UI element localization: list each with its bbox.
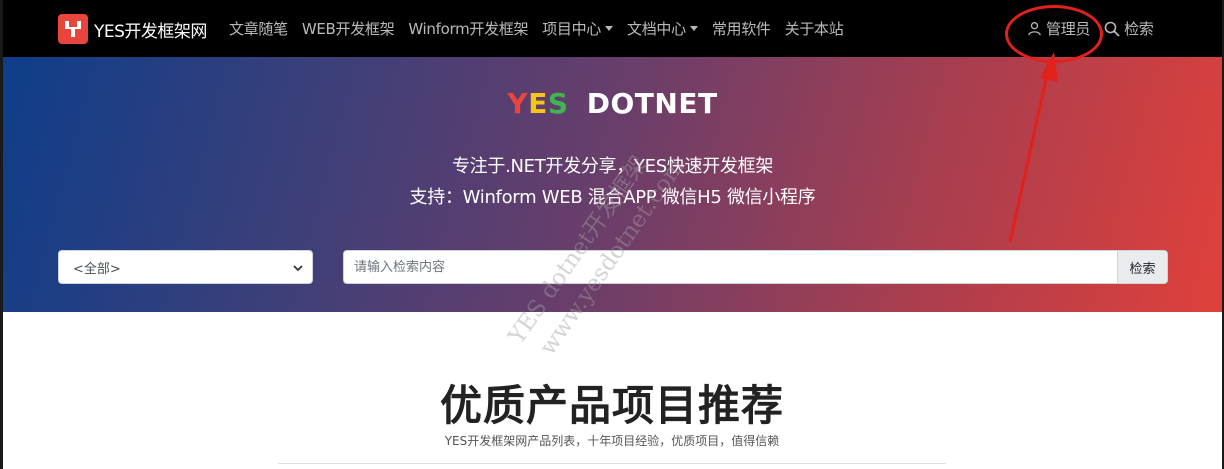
hero-title-y: Y (507, 87, 529, 120)
nav-link-label: 常用软件 (711, 20, 771, 38)
brand-name: YES开发框架网 (94, 21, 207, 42)
search-icon (1104, 21, 1120, 37)
nav-link-projects-dropdown[interactable]: 项目中心 (542, 18, 613, 39)
caret-down-icon (605, 26, 613, 31)
brand-logo-icon (58, 14, 88, 44)
category-select[interactable]: <全部> (58, 250, 313, 284)
nav-search-link[interactable]: 检索 (1104, 18, 1154, 39)
search-input[interactable] (344, 251, 1117, 283)
chevron-down-icon (293, 265, 303, 272)
nav-link-label: 文档中心 (627, 20, 686, 38)
section-title: 优质产品项目推荐 (439, 381, 784, 430)
nav-links: 文章随笔 WEB开发框架 Winform开发框架 项目中心 文档中心 常用软件 … (229, 0, 857, 57)
nav-link-label: WEB开发框架 (301, 20, 395, 38)
nav-link-label: Winform开发框架 (408, 20, 529, 38)
hero-subtitle-2: 支持：Winform WEB 混合APP 微信H5 微信小程序 (409, 187, 816, 208)
search-button[interactable]: 检索 (1117, 251, 1167, 283)
search-label: 检索 (1124, 20, 1154, 38)
brand-link[interactable]: YES开发框架网 (58, 14, 207, 44)
annotation-oval (1005, 5, 1103, 63)
nav-link-winform-framework[interactable]: Winform开发框架 (408, 18, 528, 39)
search-group: 检索 (343, 250, 1168, 284)
nav-link-label: 关于本站 (784, 20, 844, 38)
hero-subtitle-1: 专注于.NET开发分享，YES快速开发框架 (451, 156, 774, 177)
caret-down-icon (689, 26, 698, 31)
nav-link-label: 文章随笔 (229, 20, 288, 38)
hero-banner: YES DOTNET 专注于.NET开发分享，YES快速开发框架 支持：Winf… (3, 57, 1222, 312)
nav-link-software[interactable]: 常用软件 (712, 18, 771, 39)
nav-link-about[interactable]: 关于本站 (785, 18, 844, 39)
section-divider (278, 463, 946, 464)
section-subtitle: YES开发框架网产品列表，十年项目经验，优质项目，值得信赖 (444, 434, 780, 448)
hero-title-e: E (528, 87, 548, 120)
hero-title-dotnet: DOTNET (586, 87, 718, 120)
nav-link-label: 项目中心 (542, 20, 601, 38)
category-select-value: <全部> (73, 261, 121, 277)
nav-link-docs-dropdown[interactable]: 文档中心 (627, 18, 698, 39)
hero-title: YES DOTNET (3, 87, 1222, 120)
hero-title-s: S (547, 87, 569, 120)
nav-link-articles[interactable]: 文章随笔 (229, 18, 288, 39)
nav-link-web-framework[interactable]: WEB开发框架 (302, 18, 395, 39)
